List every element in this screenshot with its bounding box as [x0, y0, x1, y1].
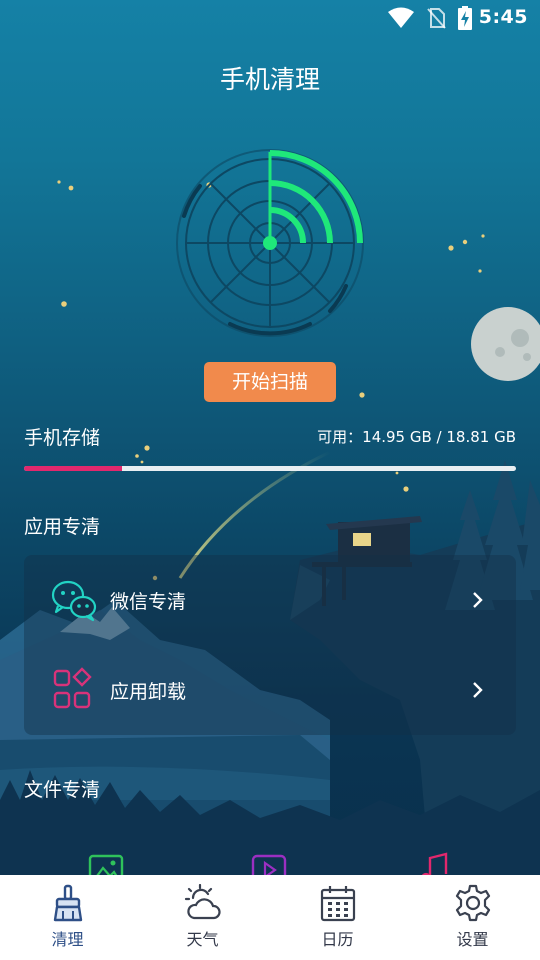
radar-icon	[176, 149, 364, 337]
tab-clean[interactable]: 清理	[0, 875, 135, 960]
start-scan-button[interactable]: 开始扫描	[204, 362, 336, 402]
tab-calendar[interactable]: 日历	[270, 875, 405, 960]
tab-settings-label: 设置	[456, 930, 489, 949]
weather-icon	[184, 884, 221, 920]
app-clean-title: 应用专清	[24, 516, 101, 538]
app-uninstall-label: 应用卸载	[110, 680, 187, 703]
bottom-tab-bar: 清理 天气 日历 设置	[0, 875, 540, 960]
storage-progress-bar	[24, 466, 516, 471]
broom-icon	[53, 884, 82, 922]
tab-weather[interactable]: 天气	[135, 875, 270, 960]
battery-charging-icon	[458, 6, 472, 30]
moon	[471, 307, 540, 381]
chevron-right-icon	[473, 592, 483, 608]
file-clean-title: 文件专清	[24, 779, 101, 801]
status-bar: 5:45	[0, 0, 540, 36]
wechat-icon	[51, 580, 97, 622]
app-clean-card: 微信专清 应用卸载	[24, 555, 516, 735]
tab-calendar-label: 日历	[321, 930, 354, 949]
app-uninstall-item[interactable]: 应用卸载	[24, 645, 516, 735]
settings-icon	[455, 884, 490, 922]
tab-weather-label: 天气	[186, 930, 219, 949]
chevron-right-icon	[473, 682, 483, 698]
radar-scanner	[170, 146, 370, 346]
tab-settings[interactable]: 设置	[405, 875, 540, 960]
wechat-clean-label: 微信专清	[110, 590, 187, 613]
wifi-icon	[388, 7, 414, 28]
wechat-clean-item[interactable]: 微信专清	[24, 555, 516, 645]
apps-icon	[53, 667, 92, 709]
status-time: 5:45	[478, 6, 528, 28]
no-sim-icon	[427, 8, 446, 29]
status-icons	[388, 6, 472, 30]
page-title: 手机清理	[219, 65, 320, 94]
storage-value: 可用：14.95 GB / 18.81 GB	[317, 428, 516, 446]
tab-clean-label: 清理	[51, 930, 84, 949]
storage-progress-fill	[24, 466, 123, 471]
storage-label: 手机存储	[24, 427, 101, 449]
calendar-icon	[320, 886, 355, 922]
